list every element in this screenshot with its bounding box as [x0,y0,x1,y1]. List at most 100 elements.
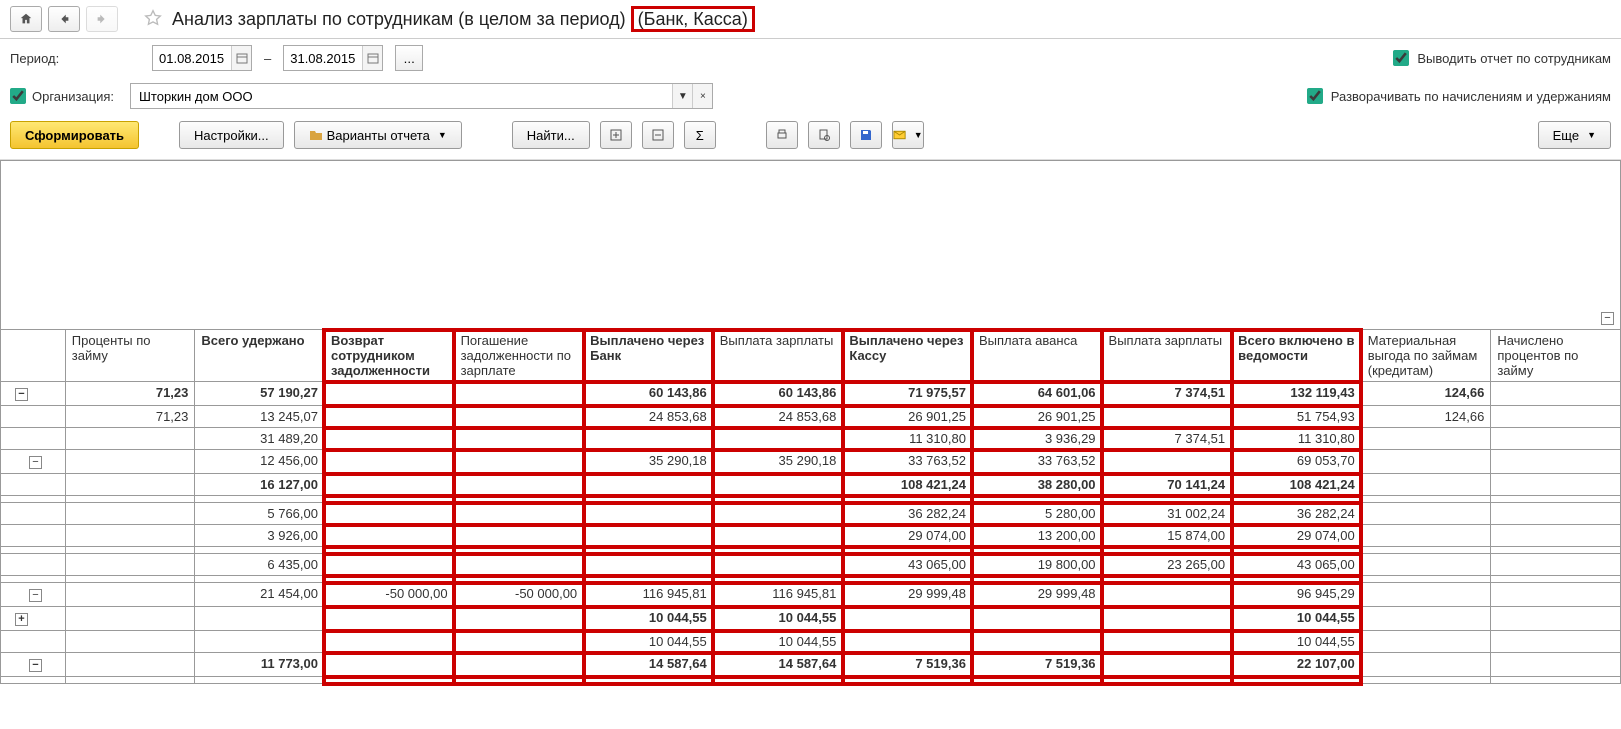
table-cell [713,496,843,503]
table-cell [584,428,714,450]
back-button[interactable] [48,6,80,32]
find-button[interactable]: Найти... [512,121,590,149]
report-grid[interactable]: − Проценты по займуВсего удержаноВозврат… [0,160,1621,710]
table-cell: 116 945,81 [713,583,843,607]
org-input[interactable] [131,89,672,104]
table-cell [1491,554,1621,576]
table-cell: 60 143,86 [713,382,843,406]
table-cell: 10 044,55 [584,607,714,631]
date-to[interactable] [283,45,383,71]
table-cell [65,607,195,631]
table-cell [65,554,195,576]
table-cell: 26 901,25 [972,406,1102,428]
table-cell: 11 310,80 [843,428,973,450]
period-picker-button[interactable]: ... [395,45,423,71]
variants-button[interactable]: Варианты отчета▼ [294,121,462,149]
calendar-icon[interactable] [362,46,382,70]
by-employees-checkbox[interactable] [1393,50,1409,66]
tree-toggle[interactable]: − [1601,312,1614,325]
table-cell [324,677,454,684]
table-cell: 64 601,06 [972,382,1102,406]
expand-all-button[interactable] [600,121,632,149]
table-cell: 10 044,55 [1232,631,1362,653]
table-cell [972,576,1102,583]
table-cell: 35 290,18 [584,450,714,474]
table-cell [1102,496,1232,503]
date-to-input[interactable] [284,51,362,66]
table-cell [1491,525,1621,547]
table-cell: 51 754,93 [1232,406,1362,428]
column-header: Выплата зарплаты [713,330,843,382]
org-checkbox[interactable] [10,88,26,104]
table-cell [1491,583,1621,607]
table-cell: 5 766,00 [195,503,325,525]
preview-button[interactable] [808,121,840,149]
home-button[interactable] [10,6,42,32]
table-cell [1491,428,1621,450]
table-cell: 69 053,70 [1232,450,1362,474]
table-cell: 10 044,55 [1232,607,1362,631]
table-cell: 3 936,29 [972,428,1102,450]
table-cell: 15 874,00 [1102,525,1232,547]
generate-button[interactable]: Сформировать [10,121,139,149]
table-cell: 108 421,24 [843,474,973,496]
sum-button[interactable]: Σ [684,121,716,149]
calendar-icon[interactable] [231,46,251,70]
tree-toggle[interactable]: − [29,659,42,672]
print-button[interactable] [766,121,798,149]
table-cell: 71,23 [65,382,195,406]
table-cell [1361,450,1491,474]
date-from-input[interactable] [153,51,231,66]
column-header: Выплата зарплаты [1102,330,1232,382]
table-cell [1361,576,1491,583]
table-cell [195,547,325,554]
tree-toggle[interactable]: − [29,589,42,602]
table-cell [972,547,1102,554]
tree-toggle[interactable]: + [15,613,28,626]
dropdown-icon[interactable]: ▼ [672,84,692,108]
table-cell [1361,607,1491,631]
table-cell [65,677,195,684]
table-cell [584,525,714,547]
table-cell: 43 065,00 [1232,554,1362,576]
table-cell [584,547,714,554]
save-button[interactable] [850,121,882,149]
date-from[interactable] [152,45,252,71]
tree-toggle[interactable]: − [15,388,28,401]
table-cell: 29 074,00 [1232,525,1362,547]
table-cell [713,677,843,684]
table-cell: 29 074,00 [843,525,973,547]
table-cell: 24 853,68 [713,406,843,428]
diskette-icon [859,128,873,142]
table-cell [584,677,714,684]
table-cell: 11 310,80 [1232,428,1362,450]
table-cell: 16 127,00 [195,474,325,496]
table-cell [1102,576,1232,583]
table-cell [195,607,325,631]
table-cell: 71 975,57 [843,382,973,406]
table-cell: 57 190,27 [195,382,325,406]
table-cell: 132 119,43 [1232,382,1362,406]
table-cell [843,576,973,583]
table-cell [1491,547,1621,554]
table-cell [65,653,195,677]
favorite-icon[interactable] [144,9,162,30]
expand-checkbox[interactable] [1307,88,1323,104]
table-cell [1491,382,1621,406]
clear-icon[interactable]: × [692,84,712,108]
tree-toggle[interactable]: − [29,456,42,469]
table-cell [972,607,1102,631]
table-cell [972,677,1102,684]
table-cell: 36 282,24 [1232,503,1362,525]
org-select[interactable]: ▼ × [130,83,713,109]
collapse-all-button[interactable] [642,121,674,149]
more-button[interactable]: Еще▼ [1538,121,1611,149]
settings-button[interactable]: Настройки... [179,121,284,149]
table-cell [65,496,195,503]
table-cell: 124,66 [1361,382,1491,406]
table-cell [1232,496,1362,503]
title-highlight: (Банк, Касса) [631,6,755,32]
table-cell [454,576,584,583]
expand-label: Разворачивать по начислениям и удержания… [1331,89,1611,104]
email-button[interactable]: ▼ [892,121,924,149]
